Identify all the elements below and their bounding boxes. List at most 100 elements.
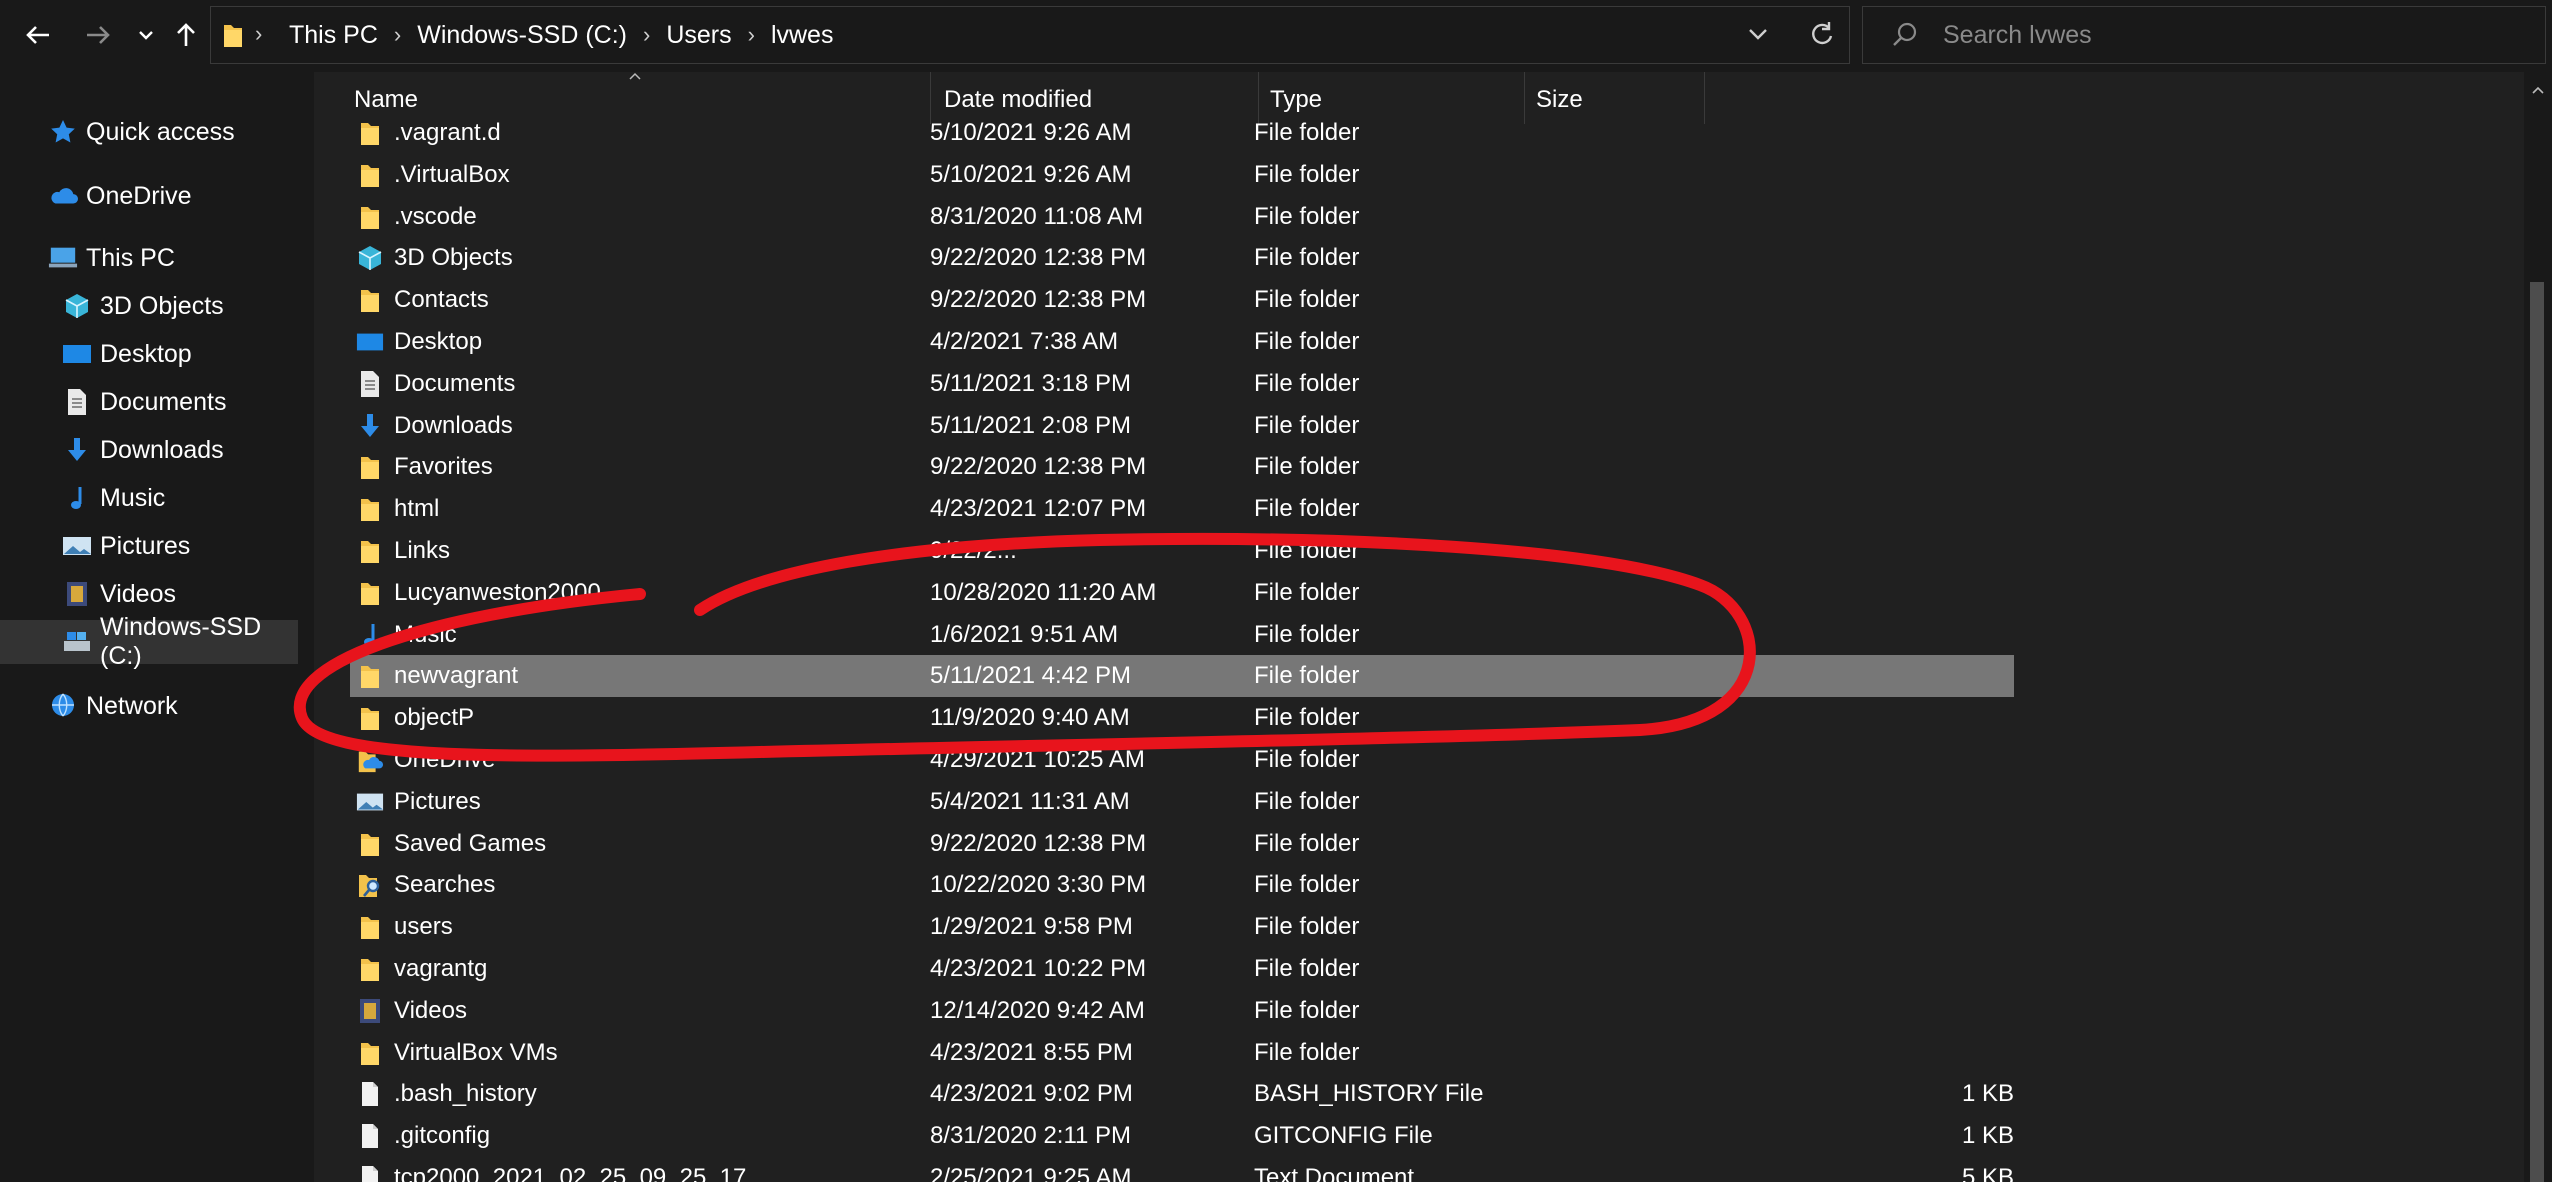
navigation-pane: Quick access OneDrive This PC 3D Objects… xyxy=(0,72,312,1182)
table-row[interactable]: OneDrive 4/29/2021 10:25 AM File folder xyxy=(350,739,2014,781)
breadcrumb-item[interactable]: Users xyxy=(658,21,739,50)
folder-icon xyxy=(356,536,384,566)
table-row[interactable]: users 1/29/2021 9:58 PM File folder xyxy=(350,906,2014,948)
sidebar-item-videos[interactable]: Videos xyxy=(0,572,362,616)
file-type: File folder xyxy=(1254,202,1360,230)
scroll-up-icon[interactable] xyxy=(2528,80,2548,100)
sidebar-item-quick-access[interactable]: Quick access xyxy=(0,110,348,154)
table-row[interactable]: Saved Games 9/22/2020 12:38 PM File folder xyxy=(350,823,2014,865)
breadcrumb-item[interactable]: This PC xyxy=(281,21,386,50)
chevron-right-icon[interactable]: › xyxy=(635,22,658,48)
column-header-type[interactable]: Type xyxy=(1270,86,1322,114)
address-bar[interactable]: › This PC › Windows-SSD (C:) › Users › l… xyxy=(210,6,1850,64)
file-date: 5/10/2021 9:26 AM xyxy=(930,160,1132,188)
table-row[interactable]: Links 9/22/2... File folder xyxy=(350,530,2014,572)
chevron-right-icon[interactable]: › xyxy=(740,22,763,48)
breadcrumb-item[interactable]: Windows-SSD (C:) xyxy=(409,21,635,50)
table-row[interactable]: 3D Objects 9/22/2020 12:38 PM File folder xyxy=(350,237,2014,279)
table-row[interactable]: .vscode 8/31/2020 11:08 AM File folder xyxy=(350,196,2014,238)
table-row[interactable]: .VirtualBox 5/10/2021 9:26 AM File folder xyxy=(350,154,2014,196)
file-size: 5 KB xyxy=(1961,1164,2014,1182)
sidebar-item-pictures[interactable]: Pictures xyxy=(0,524,362,568)
sidebar-item-label: Documents xyxy=(100,387,227,416)
table-row[interactable]: Lucyanweston2000... 10/28/2020 11:20 AM Fi… xyxy=(350,572,2014,614)
file-date: 4/23/2021 8:55 PM xyxy=(930,1038,1133,1066)
file-name: objectP xyxy=(394,704,475,732)
video-icon xyxy=(356,996,384,1026)
file-list: Name Date modified Type Size .vagrant.d 5… xyxy=(314,72,2524,1182)
table-row[interactable]: .bash_history 4/23/2021 9:02 PM BASH_HISTO… xyxy=(350,1073,2014,1115)
cube-icon xyxy=(62,291,92,321)
sidebar-item-windows-ssd[interactable]: Windows-SSD (C:) xyxy=(0,613,298,670)
table-row[interactable]: .vagrant.d 5/10/2021 9:26 AM File folder xyxy=(350,112,2014,154)
folder-icon xyxy=(356,494,384,524)
search-placeholder[interactable]: Search lvwes xyxy=(1943,21,2092,50)
back-button[interactable] xyxy=(18,12,58,58)
search-box[interactable]: Search lvwes xyxy=(1862,6,2546,64)
file-type: File folder xyxy=(1254,328,1360,355)
column-header-name[interactable]: Name xyxy=(354,86,418,114)
refresh-icon[interactable] xyxy=(1809,19,1835,54)
table-row[interactable]: vagrantg 4/23/2021 10:22 PM File folder xyxy=(350,948,2014,990)
table-row[interactable]: Documents 5/11/2021 3:18 PM File folder xyxy=(350,363,2014,405)
column-header-size[interactable]: Size xyxy=(1536,86,1583,114)
file-type: Text Document xyxy=(1254,1164,1415,1182)
table-row[interactable]: newvagrant 5/11/2021 4:42 PM File folder xyxy=(350,655,2014,698)
table-row[interactable]: Favorites 9/22/2020 12:38 PM File folder xyxy=(350,446,2014,488)
file-date: 9/22/2... xyxy=(930,537,1017,564)
picture-icon xyxy=(62,531,92,561)
table-row[interactable]: .gitconfig 8/31/2020 2:11 PM GITCONFIG Fil… xyxy=(350,1115,2014,1157)
sidebar-item-network[interactable]: Network xyxy=(0,684,348,728)
file-type: File folder xyxy=(1254,829,1360,857)
file-date: 5/11/2021 2:08 PM xyxy=(930,411,1132,439)
chevron-right-icon[interactable]: › xyxy=(386,22,409,48)
file-type: File folder xyxy=(1254,787,1360,815)
sidebar-item-onedrive[interactable]: OneDrive xyxy=(0,174,348,218)
file-type: File folder xyxy=(1254,620,1360,648)
sidebar-item-documents[interactable]: Documents xyxy=(0,380,362,424)
file-type: File folder xyxy=(1254,955,1360,982)
file-type: File folder xyxy=(1254,119,1360,146)
sidebar-item-this-pc[interactable]: This PC xyxy=(0,236,348,280)
forward-button[interactable] xyxy=(78,12,118,58)
address-dropdown-icon[interactable] xyxy=(1747,21,1769,52)
breadcrumb-item[interactable]: lvwes xyxy=(763,21,842,50)
table-row[interactable]: html 4/23/2021 12:07 PM File folder xyxy=(350,488,2014,530)
table-row[interactable]: Searches 10/22/2020 3:30 PM File folder xyxy=(350,864,2014,906)
file-type: File folder xyxy=(1254,746,1360,773)
file-name: VirtualBox VMs xyxy=(394,1038,558,1066)
table-row[interactable]: Desktop 4/2/2021 7:38 AM File folder xyxy=(350,321,2014,363)
table-row[interactable]: Videos 12/14/2020 9:42 AM File folder xyxy=(350,990,2014,1032)
folder-icon xyxy=(356,160,384,190)
sidebar-item-music[interactable]: Music xyxy=(0,476,362,520)
download-icon xyxy=(356,411,384,441)
desktop-icon xyxy=(62,339,92,369)
file-name: .VirtualBox xyxy=(394,160,510,188)
file-type: File folder xyxy=(1254,537,1360,564)
recent-locations-button[interactable] xyxy=(126,12,166,58)
forward-arrow-icon xyxy=(87,26,110,44)
scrollbar-thumb[interactable] xyxy=(2530,282,2544,1182)
file-date: 9/22/2020 12:38 PM xyxy=(930,829,1147,857)
table-row[interactable]: tcp2000_2021_02_25_09_25_17 2/25/2021 9:2… xyxy=(350,1157,2014,1182)
table-row[interactable]: Pictures 5/4/2021 11:31 AM File folder xyxy=(350,781,2014,823)
file-date: 4/23/2021 12:07 PM xyxy=(930,495,1147,523)
file-name: html xyxy=(394,495,440,523)
folder-icon xyxy=(356,954,384,984)
sidebar-item-desktop[interactable]: Desktop xyxy=(0,332,362,376)
up-button[interactable] xyxy=(166,12,206,58)
column-header-date[interactable]: Date modified xyxy=(944,86,1092,114)
table-row[interactable]: objectP 11/9/2020 9:40 AM File folder xyxy=(350,697,2014,739)
table-row[interactable]: Contacts 9/22/2020 12:38 PM File folder xyxy=(350,279,2014,321)
folder-icon xyxy=(356,285,384,315)
sidebar-item-downloads[interactable]: Downloads xyxy=(0,428,362,472)
sidebar-item-3d-objects[interactable]: 3D Objects xyxy=(0,284,362,328)
file-date: 10/28/2020 11:20 AM xyxy=(930,578,1157,606)
table-row[interactable]: VirtualBox VMs 4/23/2021 8:55 PM File fold… xyxy=(350,1032,2014,1074)
file-date: 5/11/2021 3:18 PM xyxy=(930,369,1132,397)
table-row[interactable]: Downloads 5/11/2021 2:08 PM File folder xyxy=(350,405,2014,447)
file-type: BASH_HISTORY File xyxy=(1254,1080,1484,1108)
video-icon xyxy=(62,579,92,609)
table-row[interactable]: Music 1/6/2021 9:51 AM File folder xyxy=(350,614,2014,656)
file-type: File folder xyxy=(1254,244,1360,272)
